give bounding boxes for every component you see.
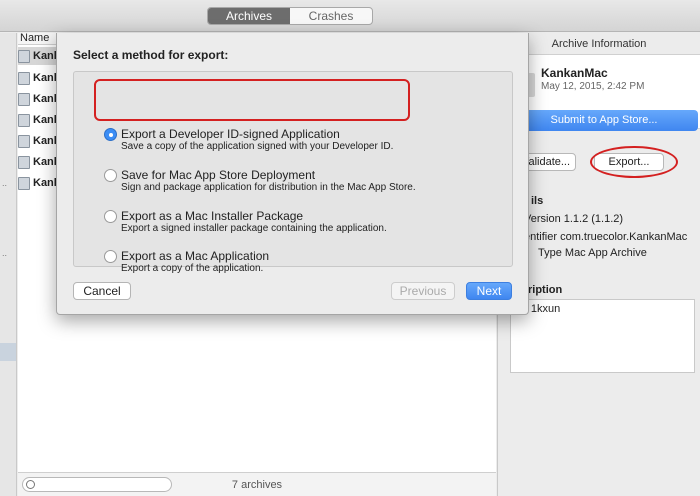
description-field[interactable]: 2 - 1kxun (510, 299, 695, 373)
option-subtitle: Sign and package application for distrib… (121, 182, 416, 193)
sidebar-dots: .. (2, 248, 8, 258)
app-archive-icon (18, 71, 30, 85)
option-subtitle: Save a copy of the application signed wi… (121, 141, 394, 152)
list-footer: 7 archives (18, 472, 496, 496)
previous-button[interactable]: Previous (391, 282, 455, 300)
option-subtitle: Export a signed installer package contai… (121, 223, 387, 234)
radio-button-icon[interactable] (104, 210, 117, 223)
radio-button-icon[interactable] (104, 128, 117, 141)
option-title: Export a Developer ID-signed Application (121, 127, 340, 141)
cancel-button[interactable]: Cancel (73, 282, 131, 300)
app-name: KankanMac (541, 66, 608, 80)
tab-archives[interactable]: Archives (208, 8, 290, 24)
segmented-control: Archives Crashes (207, 7, 373, 25)
sidebar-dots: .. (2, 178, 8, 188)
option-title: Export as a Mac Installer Package (121, 209, 304, 223)
description-heading: ription (528, 284, 563, 296)
identifier-line: entifier com.truecolor.KankanMac (524, 231, 688, 243)
sidebar-selected-item[interactable] (0, 343, 16, 361)
submit-to-app-store-button[interactable]: Submit to App Store... (510, 110, 698, 131)
option-title: Save for Mac App Store Deployment (121, 168, 316, 182)
next-button[interactable]: Next (466, 282, 512, 300)
app-archive-icon (18, 176, 30, 190)
app-archive-icon (18, 134, 30, 148)
type-line: Type Mac App Archive (538, 247, 647, 259)
radio-button-icon[interactable] (104, 169, 117, 182)
archive-count: 7 archives (231, 479, 283, 491)
radio-button-icon[interactable] (104, 250, 117, 263)
tab-crashes[interactable]: Crashes (290, 8, 372, 24)
export-sheet: Select a method for export: Export a Dev… (56, 33, 529, 315)
option-subtitle: Export a copy of the application. (121, 263, 264, 274)
app-archive-icon (18, 92, 30, 106)
app-archive-icon (18, 113, 30, 127)
details-heading: ils (531, 195, 544, 207)
annotation-ring (94, 79, 410, 121)
annotation-ring (590, 146, 678, 178)
app-date: May 12, 2015, 2:42 PM (541, 81, 645, 92)
option-title: Export as a Mac Application (121, 249, 270, 263)
app-archive-icon (18, 49, 30, 63)
sheet-title: Select a method for export: (73, 48, 229, 62)
toolbar: Archives Crashes (0, 0, 700, 32)
app-archive-icon (18, 155, 30, 169)
version-line: Version 1.1.2 (1.1.2) (524, 213, 624, 225)
left-sidebar: .. .. (0, 33, 17, 496)
